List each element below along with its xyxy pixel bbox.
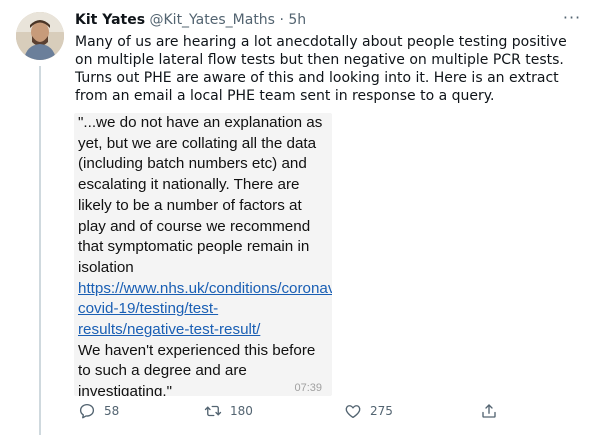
avatar-image bbox=[16, 12, 64, 60]
retweet-icon bbox=[204, 405, 222, 417]
share-button[interactable] bbox=[480, 402, 498, 420]
heart-icon bbox=[345, 405, 361, 419]
email-quote-part-1: "...we do not have an explanation as yet… bbox=[78, 114, 323, 276]
email-extract-text: "...we do not have an explanation as yet… bbox=[78, 113, 332, 396]
email-quote-part-2: We haven't experienced this before to su… bbox=[78, 341, 316, 396]
message-timestamp: 07:39 bbox=[294, 382, 322, 394]
like-button[interactable]: 275 bbox=[344, 402, 393, 420]
tweet-actions: 58 180 275 bbox=[74, 400, 574, 426]
author-handle[interactable]: @Kit_Yates_Maths bbox=[150, 12, 275, 28]
tweet-text-paragraph-2: Turns out PHE are aware of this and look… bbox=[75, 70, 559, 104]
reply-button[interactable]: 58 bbox=[78, 402, 119, 420]
tweet-timestamp[interactable]: 5h bbox=[288, 12, 306, 28]
nhs-link: https://www.nhs.uk/conditions/coronaviru… bbox=[78, 279, 332, 339]
retweet-button[interactable]: 180 bbox=[204, 402, 253, 420]
tweet-media-image[interactable]: "...we do not have an explanation as yet… bbox=[74, 113, 332, 396]
reply-count: 58 bbox=[104, 404, 120, 418]
share-icon bbox=[482, 404, 496, 418]
like-count: 275 bbox=[370, 404, 393, 418]
avatar[interactable] bbox=[16, 12, 64, 60]
tweet-text-paragraph-1: Many of us are hearing a lot anecdotally… bbox=[75, 34, 567, 68]
more-options-icon[interactable]: ··· bbox=[562, 10, 582, 28]
separator-dot: · bbox=[279, 12, 284, 28]
tweet-text: Many of us are hearing a lot anecdotally… bbox=[75, 33, 585, 105]
tweet-header: Kit Yates @Kit_Yates_Maths · 5h bbox=[75, 10, 306, 30]
author-name[interactable]: Kit Yates bbox=[75, 12, 145, 28]
tweet-card[interactable]: Kit Yates @Kit_Yates_Maths · 5h ··· Many… bbox=[0, 0, 598, 435]
thread-connector bbox=[39, 66, 41, 435]
retweet-count: 180 bbox=[230, 404, 253, 418]
reply-icon bbox=[79, 403, 95, 419]
